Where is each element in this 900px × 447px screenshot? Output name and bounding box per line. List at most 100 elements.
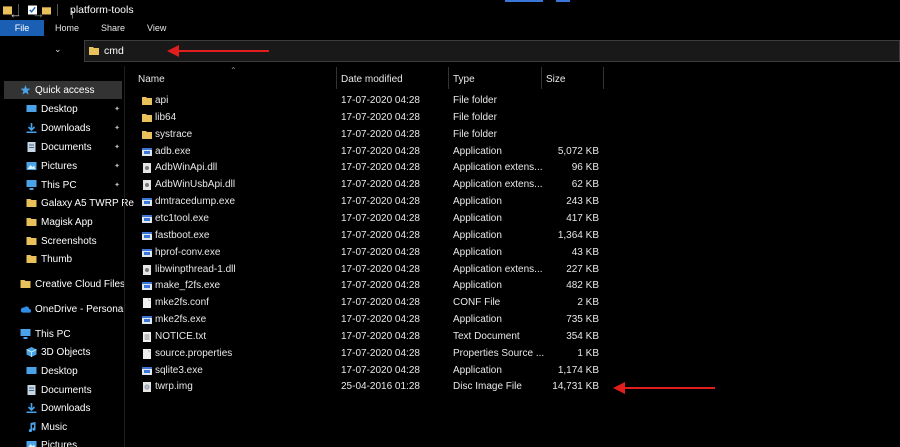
sidebar-item-pc-downloads[interactable]: Downloads [26,399,124,417]
sidebar-item-label: Magisk App [41,216,93,228]
sidebar-item-magisk-app[interactable]: Magisk App [26,213,124,231]
file-row[interactable]: etc1tool.exe 17-07-2020 04:28 Application 4… [134,211,604,228]
file-row[interactable]: lib64 17-07-2020 04:28 File folder [134,110,604,127]
file-date: 17-07-2020 04:28 [341,330,420,342]
sidebar-item-label: This PC [41,179,77,191]
file-type: Application [453,229,502,241]
file-row[interactable]: systrace 17-07-2020 04:28 File folder [134,127,604,144]
file-date: 25-04-2016 01:28 [341,381,420,393]
file-size: 1,174 KB [557,364,599,376]
sidebar-item-pc-desktop[interactable]: Desktop [26,362,124,380]
sidebar-item-pc-documents[interactable]: Documents [26,381,124,399]
accent-strip [556,0,570,2]
red-arrow-icon [613,382,715,394]
file-size: 227 KB [566,263,599,275]
file-size: 243 KB [566,196,599,208]
column-divider[interactable] [603,67,604,89]
file-row[interactable]: libwinpthread-1.dll 17-07-2020 04:28 Appli… [134,262,604,279]
sidebar-item-thumb[interactable]: Thumb [26,250,124,268]
tab-share[interactable]: Share [90,20,136,36]
address-input[interactable]: cmd [104,45,124,57]
file-type: Application extens... [453,263,543,275]
file-size: 5,072 KB [557,145,599,157]
creative-cloud-icon [20,280,31,288]
sidebar-item-this-pc[interactable]: This PC [20,325,124,343]
sidebar-item-downloads[interactable]: Downloads ✦ [26,119,124,137]
sidebar-item-label: Documents [41,141,92,153]
column-divider[interactable] [448,67,449,89]
sidebar-item-documents[interactable]: Documents ✦ [26,138,124,156]
file-size: 354 KB [566,330,599,342]
column-divider[interactable] [336,67,337,89]
sidebar-item-pc-3d-objects[interactable]: 3D Objects [26,343,124,361]
file-type: File folder [453,111,497,123]
pin-icon: ✦ [114,144,120,151]
file-row[interactable]: sqlite3.exe 17-07-2020 04:28 Application 1,… [134,363,604,380]
tab-file[interactable]: File [0,20,44,36]
sidebar-item-label: Pictures [41,439,78,447]
file-name: source.properties [155,347,233,359]
sidebar-item-screenshots[interactable]: Screenshots [26,232,124,250]
column-header-name[interactable]: Name [138,70,165,88]
sidebar-item-desktop[interactable]: Desktop ✦ [26,100,124,118]
file-row[interactable]: mke2fs.exe 17-07-2020 04:28 Application 735… [134,312,604,329]
application-icon [142,147,152,156]
music-icon [28,422,36,432]
file-type: Application [453,145,502,157]
file-row[interactable]: adb.exe 17-07-2020 04:28 Application 5,072 … [134,144,604,161]
file-date: 17-07-2020 04:28 [341,246,420,258]
back-arrow-icon[interactable]: ← [9,6,22,21]
sidebar-item-label: OneDrive - Personal [35,303,126,315]
cloud-icon [20,306,31,313]
file-row[interactable]: api 17-07-2020 04:28 File folder [134,93,604,110]
tab-home[interactable]: Home [44,20,90,36]
3d-objects-icon [26,347,37,357]
pane-divider[interactable] [124,66,125,447]
pictures-icon [26,441,37,447]
sidebar-item-pictures[interactable]: Pictures ✦ [26,157,124,175]
chevron-down-icon[interactable]: ⌄ [54,44,62,55]
file-date: 17-07-2020 04:28 [341,145,420,157]
sidebar-item-pc-pictures[interactable]: Pictures [26,436,124,447]
file-size: 14,731 KB [552,381,599,393]
file-type: Application extens... [453,179,543,191]
sidebar-item-label: Desktop [41,103,78,115]
up-arrow-icon[interactable]: ↑ [69,6,76,21]
file-name: dmtracedump.exe [155,196,236,208]
column-header-date[interactable]: Date modified [341,70,403,88]
column-header-type[interactable]: Type [453,70,475,88]
column-divider[interactable] [541,67,542,89]
sidebar-item-onedrive[interactable]: OneDrive - Personal [20,300,126,318]
tab-view[interactable]: View [136,20,177,36]
sidebar-item-label: Thumb [41,253,73,265]
file-row[interactable]: AdbWinApi.dll 17-07-2020 04:28 Application… [134,160,604,177]
file-date: 17-07-2020 04:28 [341,314,420,326]
file-row[interactable]: mke2fs.conf 17-07-2020 04:28 CONF File 2 KB [134,295,604,312]
file-icon [143,348,151,359]
quick-access[interactable]: Quick access [4,81,122,99]
file-row[interactable]: NOTICE.txt 17-07-2020 04:28 Text Document 3… [134,329,604,346]
file-date: 17-07-2020 04:28 [341,162,420,174]
file-name: api [155,95,169,106]
sidebar-item-label: Downloads [41,402,91,414]
desktop-icon [26,367,37,374]
application-icon [142,248,152,257]
file-name: twrp.img [155,381,193,393]
file-icon [143,298,151,309]
sidebar-item-label: Desktop [41,365,78,377]
divider [57,4,58,16]
file-date: 17-07-2020 04:28 [341,179,420,191]
sidebar-item-pc-music[interactable]: Music [26,418,124,436]
file-row[interactable]: source.properties 17-07-2020 04:28 Propert… [134,346,604,363]
file-row[interactable]: twrp.img 25-04-2016 01:28 Disc Image File 1… [134,379,604,396]
forward-arrow-icon[interactable]: → [32,6,45,21]
file-row[interactable]: hprof-conv.exe 17-07-2020 04:28 Applicatio… [134,245,604,262]
sidebar-item-creative-cloud[interactable]: Creative Cloud Files [20,275,125,293]
column-header-size[interactable]: Size [546,70,565,88]
file-row[interactable]: fastboot.exe 17-07-2020 04:28 Application 1… [134,228,604,245]
file-row[interactable]: AdbWinUsbApi.dll 17-07-2020 04:28 Applicat… [134,177,604,194]
file-row[interactable]: dmtracedump.exe 17-07-2020 04:28 Applicati… [134,194,604,211]
sidebar-item-galaxy-a5-twrp-re[interactable]: Galaxy A5 TWRP Re [26,194,134,212]
file-row[interactable]: make_f2fs.exe 17-07-2020 04:28 Application… [134,278,604,295]
sidebar-item-this-pc[interactable]: This PC ✦ [26,176,124,194]
